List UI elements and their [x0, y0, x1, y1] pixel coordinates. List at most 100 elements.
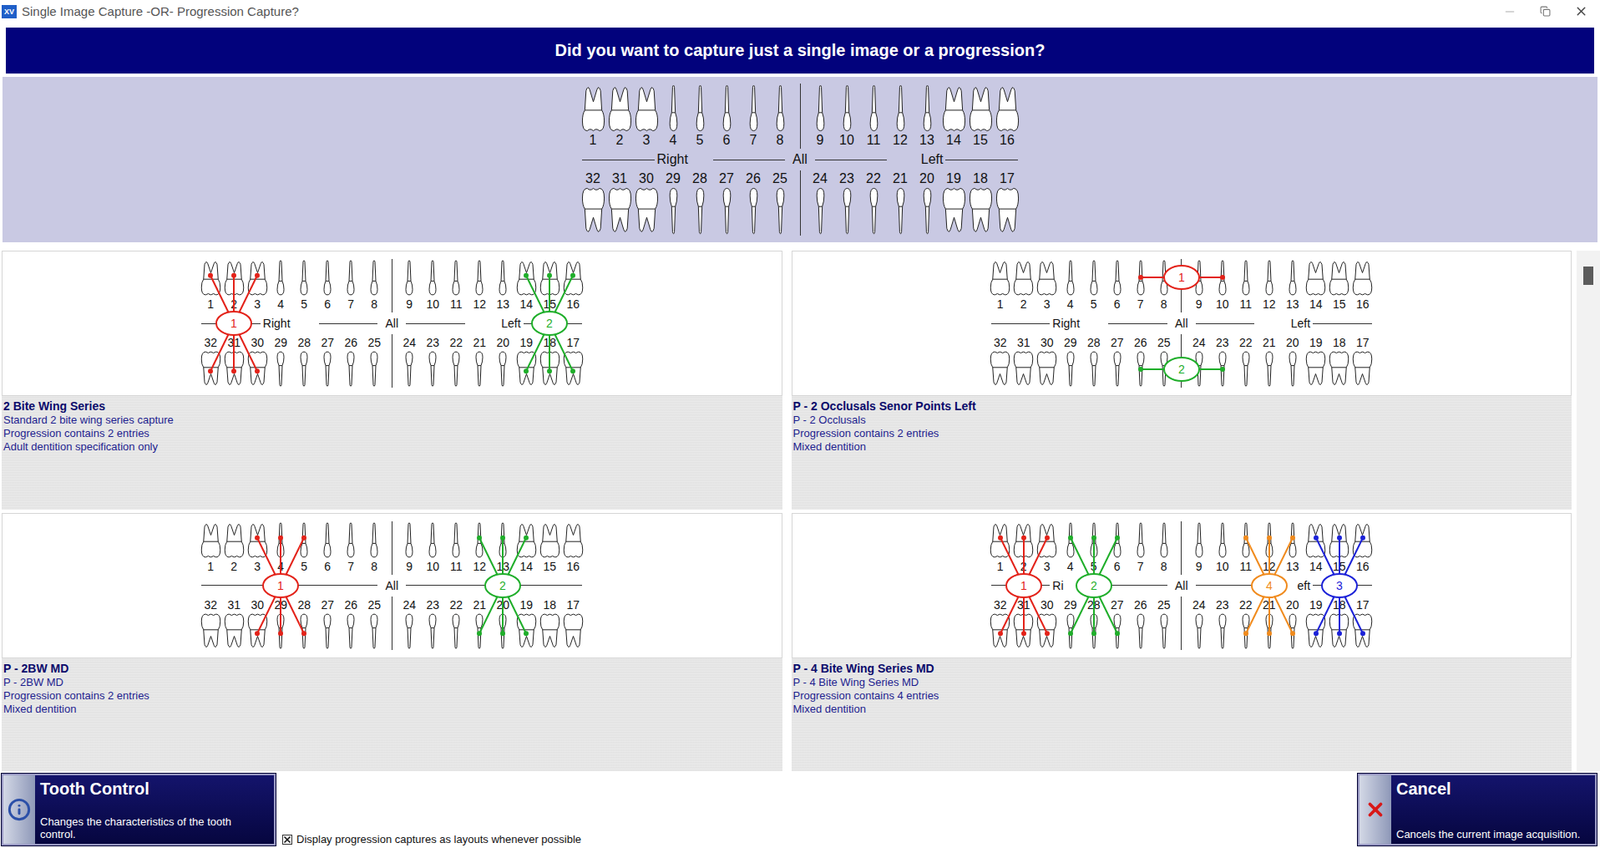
checkbox[interactable] — [282, 834, 293, 845]
tooth[interactable] — [806, 83, 834, 132]
tooth[interactable] — [606, 187, 633, 236]
tooth[interactable] — [579, 83, 607, 132]
tooth[interactable] — [766, 187, 794, 236]
tooth-icon[interactable] — [941, 83, 967, 132]
tooth[interactable] — [833, 83, 861, 132]
tooth-icon[interactable] — [634, 83, 659, 132]
tooth-icon[interactable] — [968, 83, 993, 132]
tooth-number: 24 — [1187, 334, 1211, 351]
tooth-icon[interactable] — [607, 187, 633, 236]
progression-card[interactable]: 12345678910111213141516RightAllLeft32313… — [791, 250, 1573, 510]
tooth[interactable] — [686, 187, 714, 236]
tooth-icon[interactable] — [895, 83, 907, 132]
tooth-icon[interactable] — [607, 83, 633, 132]
tooth[interactable] — [659, 83, 687, 132]
tooth-icon[interactable] — [748, 83, 760, 132]
progression-card[interactable]: 12345678910111213141516RightAllLeft32313… — [1, 250, 783, 510]
tooth-icon[interactable] — [774, 187, 786, 236]
tooth[interactable] — [886, 83, 914, 132]
tooth-icon[interactable] — [634, 187, 659, 236]
tooth-number: 5 — [1082, 295, 1106, 313]
tooth[interactable] — [686, 83, 714, 132]
tooth-number: 5 — [292, 295, 316, 313]
tooth-icon — [223, 612, 245, 650]
tooth-icon[interactable] — [921, 187, 933, 236]
tooth[interactable] — [913, 187, 941, 236]
restore-icon[interactable] — [1539, 5, 1551, 17]
all-label: All — [787, 151, 813, 168]
tooth[interactable] — [833, 187, 861, 236]
progression-card[interactable]: 12345678910111213141516RiAlleft323130292… — [791, 512, 1573, 772]
tooth-icon[interactable] — [868, 83, 880, 132]
tooth — [1187, 258, 1211, 296]
tooth-number: 3 — [245, 557, 269, 575]
scrollbar[interactable] — [1576, 250, 1600, 771]
tooth[interactable] — [632, 83, 660, 132]
tooth[interactable] — [860, 187, 887, 236]
tooth[interactable] — [659, 187, 687, 236]
tooth-icon[interactable] — [815, 187, 826, 236]
tooth[interactable] — [913, 83, 941, 132]
tooth-icon — [1012, 258, 1034, 296]
tooth[interactable] — [766, 83, 794, 132]
tooth[interactable] — [606, 83, 633, 132]
layout-checkbox-row[interactable]: Display progression captures as layouts … — [282, 832, 582, 846]
tooth-icon — [1088, 350, 1099, 388]
minimize-icon[interactable] — [1503, 5, 1517, 19]
teeth-row — [988, 612, 1375, 650]
tooth[interactable] — [967, 83, 994, 132]
tooth-number: 15 — [537, 295, 562, 313]
tooth[interactable] — [713, 187, 740, 236]
tooth-icon[interactable] — [721, 83, 733, 132]
tooth — [397, 258, 421, 296]
tooth-control-button[interactable]: Tooth ControlChanges the characteristics… — [1, 773, 276, 846]
tooth[interactable] — [860, 83, 887, 132]
tooth-icon[interactable] — [581, 83, 606, 132]
tooth-icon[interactable] — [895, 187, 907, 236]
tooth[interactable] — [886, 187, 914, 236]
tooth-number: 26 — [1129, 596, 1153, 613]
progression-card[interactable]: 12345678910111213141516All32313029282726… — [1, 512, 783, 772]
tooth-icon[interactable] — [995, 187, 1020, 236]
tooth-icon[interactable] — [694, 187, 706, 236]
tooth-icon[interactable] — [721, 187, 733, 236]
tooth[interactable] — [579, 187, 607, 236]
tooth-icon[interactable] — [968, 187, 993, 236]
tooth-icon[interactable] — [841, 187, 853, 236]
tooth-icon — [1287, 612, 1298, 650]
tooth-icon[interactable] — [841, 83, 853, 132]
tooth[interactable] — [739, 187, 767, 236]
tooth-icon[interactable] — [668, 83, 679, 132]
tooth[interactable] — [739, 83, 767, 132]
scroll-thumb[interactable] — [1583, 266, 1594, 285]
tooth[interactable] — [967, 187, 994, 236]
progression-tooth-chart: 12345678910111213141516RightAllLeft32313… — [988, 258, 1375, 388]
tooth-number: 5 — [1082, 557, 1106, 575]
tooth-icon[interactable] — [581, 187, 606, 236]
progression-title: 2 Bite Wing Series — [3, 399, 781, 414]
tooth — [1035, 521, 1059, 558]
tooth-icon[interactable] — [941, 187, 967, 236]
tooth — [245, 350, 269, 388]
tooth-icon[interactable] — [748, 187, 760, 236]
tooth[interactable] — [806, 187, 834, 236]
tooth-icon[interactable] — [774, 83, 786, 132]
tooth-icon[interactable] — [868, 187, 880, 236]
tooth-icon — [1240, 350, 1251, 388]
cancel-button[interactable]: CancelCancels the current image acquisit… — [1357, 773, 1597, 846]
tooth-icon[interactable] — [815, 83, 826, 132]
tooth-icon[interactable] — [668, 187, 679, 236]
tooth[interactable] — [632, 187, 660, 236]
tooth[interactable] — [940, 187, 968, 236]
progression-detail: Progression contains 2 entries — [793, 426, 1571, 441]
tooth[interactable] — [940, 83, 968, 132]
tooth[interactable] — [713, 83, 740, 132]
tooth-icon[interactable] — [694, 83, 706, 132]
tooth[interactable] — [993, 83, 1021, 132]
tooth[interactable] — [993, 187, 1021, 236]
tooth-icon[interactable] — [921, 83, 933, 132]
close-icon[interactable] — [1574, 4, 1589, 19]
tooth-icon — [1135, 350, 1146, 388]
tooth-icon[interactable] — [995, 83, 1020, 132]
tooth-number: 18 — [1327, 334, 1352, 351]
